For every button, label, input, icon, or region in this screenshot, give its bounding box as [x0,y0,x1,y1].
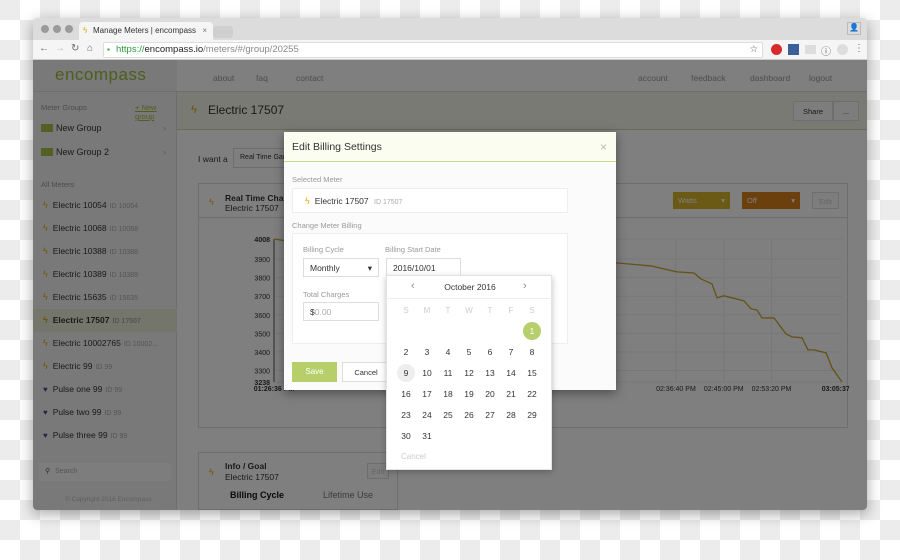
charges-placeholder: 0.00 [314,307,332,317]
info-icon[interactable]: ⓘ [821,43,831,58]
next-month-icon[interactable]: › [523,280,527,292]
calendar-day[interactable]: 16 [397,385,415,403]
calendar-day[interactable]: 27 [481,406,499,424]
weekday-header: T [487,306,493,315]
calendar-day[interactable]: 3 [418,343,436,361]
calendar-day[interactable]: 14 [502,364,520,382]
selected-meter-label: Selected Meter [292,175,343,184]
calendar-day[interactable]: 18 [439,385,457,403]
url-host: encompass.io [144,44,204,55]
calendar-day[interactable]: 30 [397,427,415,445]
weekday-header: T [445,306,451,315]
calendar-day[interactable]: 17 [418,385,436,403]
extension-icon[interactable] [788,44,799,55]
forward-icon[interactable]: → [55,43,65,54]
minimize-window-button[interactable] [53,25,61,33]
calendar-day[interactable]: 29 [523,406,541,424]
weekday-header: S [529,306,535,315]
address-bar-row: ← → ↻ ⌂ ▪ https://encompass.io/meters/#/… [33,40,867,60]
calendar-day[interactable]: 19 [460,385,478,403]
calendar-day[interactable]: 8 [523,343,541,361]
billing-cycle-label: Billing Cycle [303,245,344,254]
weekday-header: S [403,306,409,315]
calendar-day[interactable]: 6 [481,343,499,361]
datepicker-cancel[interactable]: Cancel [401,452,426,461]
billing-cycle-value: Monthly [310,263,340,273]
selected-meter: ϟ Electric 17507 ID 17507 [292,188,568,213]
calendar-day[interactable]: 4 [439,343,457,361]
calendar-day[interactable]: 7 [502,343,520,361]
modal-header: Edit Billing Settings × [284,132,616,162]
browser-tab[interactable]: ϟ Manage Meters | encompass × [79,22,213,40]
menu-icon[interactable]: ⋮ [854,43,864,54]
calendar-day[interactable]: 5 [460,343,478,361]
extension-2-icon[interactable] [837,44,848,55]
calendar-day[interactable]: 13 [481,364,499,382]
lock-icon: ▪ [107,45,110,54]
calendar-day[interactable]: 31 [418,427,436,445]
weekday-header: M [423,306,431,315]
profile-icon[interactable]: 👤 [847,22,861,35]
calendar-day[interactable]: 11 [439,364,457,382]
tab-title: Manage Meters | encompass [93,26,197,35]
home-icon[interactable]: ⌂ [87,43,93,54]
calendar-day[interactable]: 24 [418,406,436,424]
calendar-day[interactable]: 2 [397,343,415,361]
calendar-day[interactable]: 12 [460,364,478,382]
cast-icon[interactable] [805,45,816,54]
calendar-day[interactable]: 1 [523,322,541,340]
billing-cycle-select[interactable]: Monthly ▾ [303,258,379,277]
adblock-icon[interactable] [771,44,782,55]
close-window-button[interactable] [41,25,49,33]
calendar-day[interactable]: 25 [439,406,457,424]
back-icon[interactable]: ← [39,43,49,54]
total-charges-input[interactable]: $0.00 [303,302,379,321]
change-billing-label: Change Meter Billing [292,221,362,230]
url-scheme: https:// [116,44,145,55]
tab-bar: ϟ Manage Meters | encompass × 👤 [33,18,867,40]
bookmark-star-icon[interactable]: ☆ [749,43,758,57]
total-charges-label: Total Charges [303,290,350,299]
meter-id: ID 17507 [374,199,403,206]
url-input[interactable]: ▪ https://encompass.io/meters/#/group/20… [103,42,763,58]
close-tab-icon[interactable]: × [202,22,207,40]
datepicker: ‹ October 2016 › S M T W T F S 1 2 3 4 5 6 7 8 9 10 11 12 1… [386,275,553,470]
calendar-day[interactable]: 21 [502,385,520,403]
calendar-day[interactable]: 20 [481,385,499,403]
maximize-window-button[interactable] [65,25,73,33]
month-label: October 2016 [444,282,496,292]
calendar-day[interactable]: 10 [418,364,436,382]
calendar-day[interactable]: 28 [502,406,520,424]
caret-down-icon: ▾ [367,263,372,273]
calendar-day[interactable]: 26 [460,406,478,424]
bolt-icon: ϟ [83,26,88,35]
calendar-day[interactable]: 9 [397,364,415,382]
weekday-header: F [508,306,514,315]
calendar-day[interactable]: 22 [523,385,541,403]
weekday-header: W [465,306,473,315]
meter-name: Electric 17507 [314,196,369,206]
bolt-icon: ϟ [305,196,310,206]
url-path: /meters/#/group/20255 [203,44,299,55]
save-button[interactable]: Save [292,362,337,382]
modal-title: Edit Billing Settings [292,141,382,153]
billing-start-label: Billing Start Date [385,245,441,254]
new-tab-button[interactable] [213,26,233,38]
calendar-day[interactable]: 23 [397,406,415,424]
close-icon[interactable]: × [600,132,607,162]
reload-icon[interactable]: ↻ [71,43,79,54]
calendar-day[interactable]: 15 [523,364,541,382]
cancel-button[interactable]: Cancel [342,362,390,382]
